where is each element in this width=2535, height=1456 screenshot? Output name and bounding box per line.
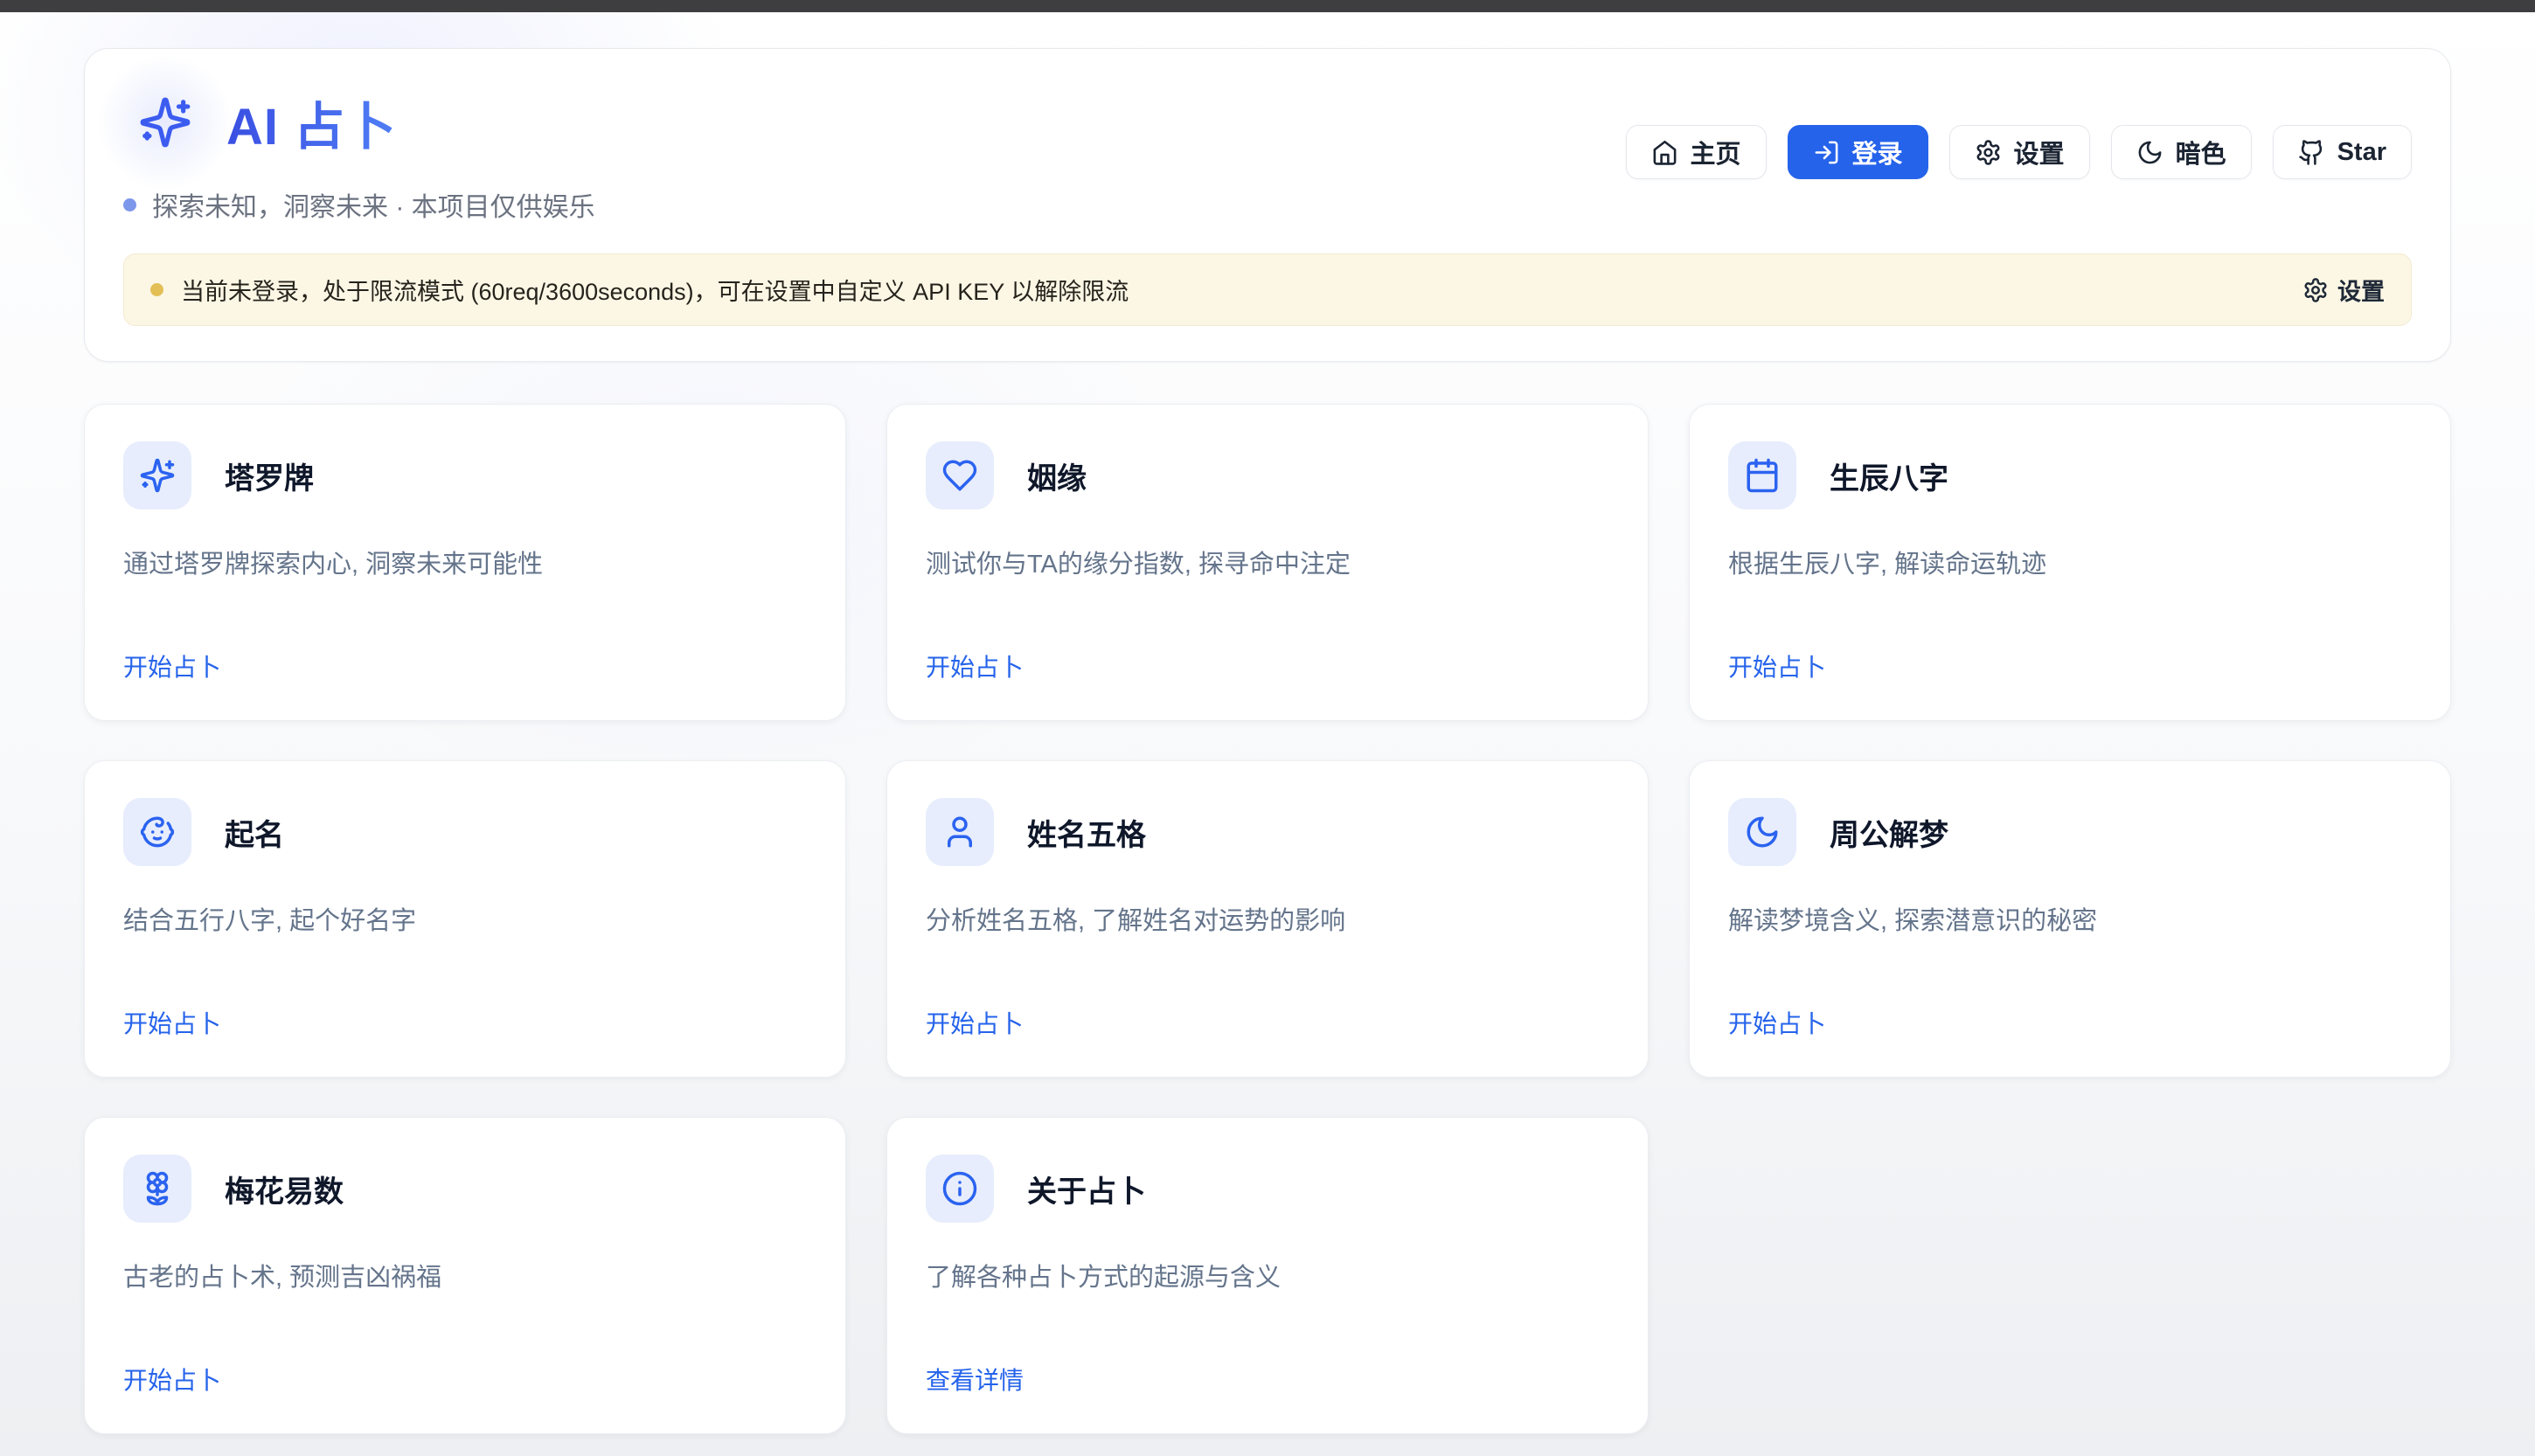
sparkles-icon	[123, 441, 191, 510]
card-tarot[interactable]: 塔罗牌 通过塔罗牌探索内心, 洞察未来可能性 开始占卜	[84, 404, 846, 721]
heart-icon	[926, 441, 994, 510]
card-action-link[interactable]: 开始占卜	[123, 1362, 807, 1397]
card-header: 塔罗牌	[123, 441, 807, 510]
card-action-label: 开始占卜	[123, 1005, 221, 1040]
nav-button-label: 登录	[1852, 134, 1903, 170]
card-action-link[interactable]: 开始占卜	[1728, 1005, 2412, 1040]
moon-icon	[1728, 798, 1796, 866]
calendar-icon	[1728, 441, 1796, 510]
card-name-five-grids[interactable]: 姓名五格 分析姓名五格, 了解姓名对运势的影响 开始占卜	[886, 760, 1649, 1078]
page-subtitle: 探索未知，洞察未来 · 本项目仅供娱乐	[152, 185, 595, 224]
card-action-link[interactable]: 开始占卜	[926, 648, 1609, 683]
card-title: 起名	[225, 811, 284, 854]
card-action-label: 开始占卜	[123, 1362, 221, 1397]
card-description: 测试你与TA的缘分指数, 探寻命中注定	[926, 546, 1609, 583]
flower-icon	[123, 1154, 191, 1223]
page: AI 占卜 探索未知，洞察未来 · 本项目仅供娱乐 主页 登录 设置 暗色 St…	[0, 48, 2535, 1434]
card-title: 塔罗牌	[225, 454, 314, 497]
logo-row: AI 占卜	[123, 80, 595, 164]
sparkles-icon	[123, 80, 207, 164]
home-icon	[1651, 139, 1678, 166]
baby-icon	[123, 798, 191, 866]
card-header: 梅花易数	[123, 1154, 807, 1223]
card-title: 关于占卜	[1027, 1168, 1146, 1210]
card-title: 姓名五格	[1027, 811, 1146, 854]
user-icon	[926, 798, 994, 866]
card-title: 周公解梦	[1830, 811, 1948, 854]
gear-icon	[2302, 277, 2329, 303]
card-about[interactable]: 关于占卜 了解各种占卜方式的起源与含义 查看详情	[886, 1117, 1649, 1434]
card-header: 生辰八字	[1728, 441, 2412, 510]
card-action-label: 开始占卜	[926, 648, 1024, 683]
card-description: 古老的占卜术, 预测吉凶祸福	[123, 1259, 807, 1296]
card-dream[interactable]: 周公解梦 解读梦境含义, 探索潜意识的秘密 开始占卜	[1689, 760, 2451, 1078]
login-button[interactable]: 登录	[1788, 125, 1928, 179]
theme-toggle-button[interactable]: 暗色	[2111, 125, 2252, 179]
card-action-label: 查看详情	[926, 1362, 1024, 1397]
card-action-link[interactable]: 开始占卜	[1728, 648, 2412, 683]
header-top-row: AI 占卜 探索未知，洞察未来 · 本项目仅供娱乐 主页 登录 设置 暗色 St…	[123, 80, 2412, 224]
warning-dot-icon	[150, 283, 163, 296]
card-header: 起名	[123, 798, 807, 866]
card-action-label: 开始占卜	[926, 1005, 1024, 1040]
card-header: 关于占卜	[926, 1154, 1609, 1223]
subtitle-dot-icon	[123, 198, 136, 211]
card-description: 通过塔罗牌探索内心, 洞察未来可能性	[123, 546, 807, 583]
moon-icon	[2136, 139, 2163, 166]
window-top-bar	[0, 0, 2535, 12]
banner-settings-label: 设置	[2337, 273, 2385, 307]
card-header: 周公解梦	[1728, 798, 2412, 866]
login-icon	[1813, 139, 1840, 166]
cards-grid: 塔罗牌 通过塔罗牌探索内心, 洞察未来可能性 开始占卜 姻缘 测试你与TA的缘分…	[84, 404, 2451, 1434]
card-header: 姓名五格	[926, 798, 1609, 866]
card-action-label: 开始占卜	[1728, 648, 1826, 683]
info-icon	[926, 1154, 994, 1223]
card-action-label: 开始占卜	[123, 648, 221, 683]
card-action-link[interactable]: 开始占卜	[123, 1005, 807, 1040]
github-icon	[2298, 139, 2325, 166]
card-description: 分析姓名五格, 了解姓名对运势的影响	[926, 903, 1609, 939]
header-nav: 主页 登录 设置 暗色 Star	[1626, 125, 2412, 179]
nav-button-label: Star	[2337, 138, 2386, 167]
card-action-link[interactable]: 查看详情	[926, 1362, 1609, 1397]
card-action-label: 开始占卜	[1728, 1005, 1826, 1040]
card-description: 解读梦境含义, 探索潜意识的秘密	[1728, 903, 2412, 939]
card-marriage[interactable]: 姻缘 测试你与TA的缘分指数, 探寻命中注定 开始占卜	[886, 404, 1649, 721]
rate-limit-banner: 当前未登录，处于限流模式 (60req/3600seconds)，可在设置中自定…	[123, 253, 2412, 326]
header-card: AI 占卜 探索未知，洞察未来 · 本项目仅供娱乐 主页 登录 设置 暗色 St…	[84, 48, 2451, 362]
banner-settings-link[interactable]: 设置	[2302, 273, 2385, 307]
subtitle-row: 探索未知，洞察未来 · 本项目仅供娱乐	[123, 185, 595, 224]
github-star-button[interactable]: Star	[2273, 125, 2412, 179]
card-title: 生辰八字	[1830, 454, 1948, 497]
home-button[interactable]: 主页	[1626, 125, 1767, 179]
header-left: AI 占卜 探索未知，洞察未来 · 本项目仅供娱乐	[123, 80, 595, 224]
nav-button-label: 暗色	[2176, 134, 2226, 170]
gear-icon	[1975, 139, 2002, 166]
card-title: 梅花易数	[225, 1168, 344, 1210]
card-naming[interactable]: 起名 结合五行八字, 起个好名字 开始占卜	[84, 760, 846, 1078]
page-title: AI 占卜	[226, 86, 397, 159]
rate-limit-text: 当前未登录，处于限流模式 (60req/3600seconds)，可在设置中自定…	[181, 273, 1129, 307]
card-description: 根据生辰八字, 解读命运轨迹	[1728, 546, 2412, 583]
card-action-link[interactable]: 开始占卜	[926, 1005, 1609, 1040]
card-description: 了解各种占卜方式的起源与含义	[926, 1259, 1609, 1296]
card-description: 结合五行八字, 起个好名字	[123, 903, 807, 939]
card-meihua[interactable]: 梅花易数 古老的占卜术, 预测吉凶祸福 开始占卜	[84, 1117, 846, 1434]
card-header: 姻缘	[926, 441, 1609, 510]
card-bazi[interactable]: 生辰八字 根据生辰八字, 解读命运轨迹 开始占卜	[1689, 404, 2451, 721]
nav-button-label: 设置	[2014, 134, 2065, 170]
settings-button[interactable]: 设置	[1949, 125, 2090, 179]
nav-button-label: 主页	[1691, 134, 1741, 170]
card-action-link[interactable]: 开始占卜	[123, 648, 807, 683]
card-title: 姻缘	[1027, 454, 1087, 497]
